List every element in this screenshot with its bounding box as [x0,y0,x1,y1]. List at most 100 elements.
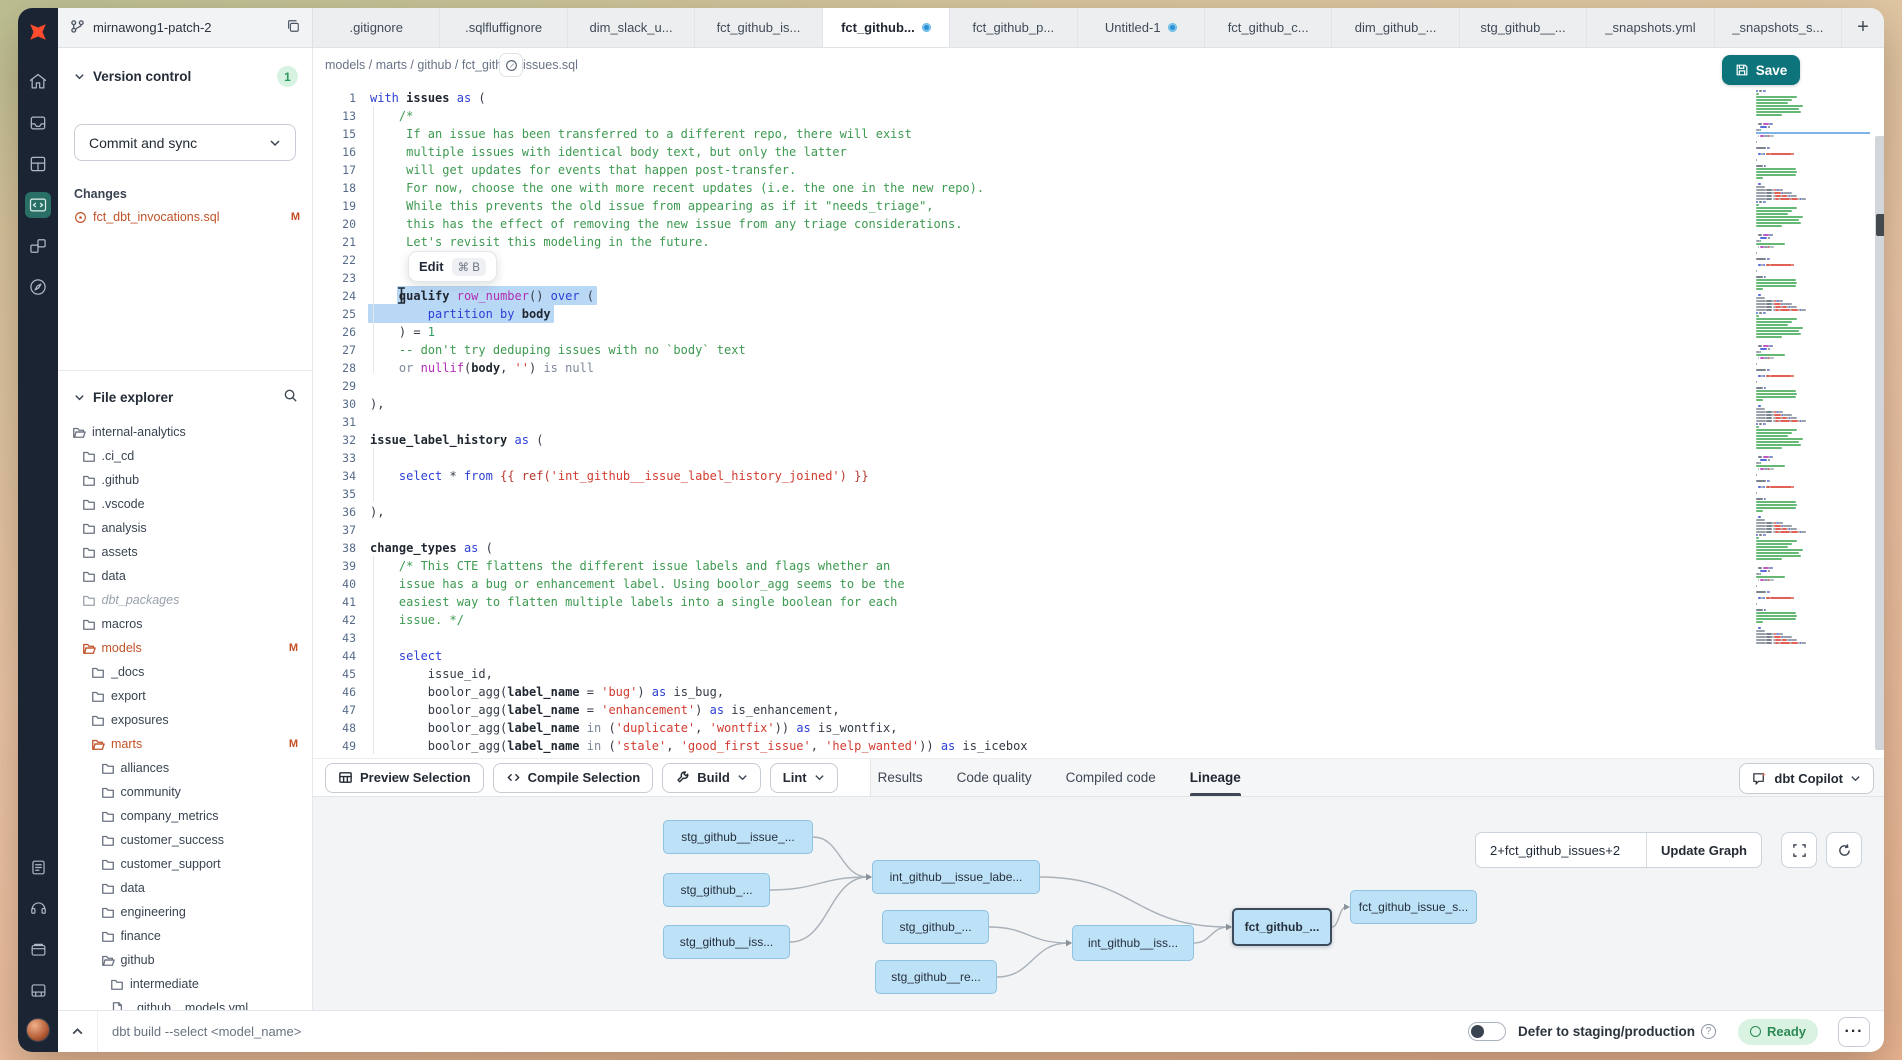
more-options-button[interactable]: ··· [1838,1017,1870,1047]
editor-tab[interactable]: dim_slack_u... [568,8,695,47]
fullscreen-button[interactable] [1781,832,1817,868]
editor-tab[interactable]: Untitled-1 [1078,8,1205,47]
code-line[interactable]: 38change_types as ( [313,539,1748,557]
editor-tab[interactable]: .sqlfluffignore [440,8,567,47]
code-line[interactable]: 46 boolor_agg(label_name = 'bug') as is_… [313,683,1748,701]
tab-code-quality[interactable]: Code quality [957,759,1032,796]
code-line[interactable]: 42 issue. */ [313,611,1748,629]
status-badge[interactable]: Ready [1738,1019,1818,1045]
version-control-header[interactable]: Version control 1 [74,66,298,87]
code-line[interactable]: 26 ) = 1 [313,323,1748,341]
build-button[interactable]: Build [662,763,761,793]
edit-popup[interactable]: Edit ⌘ B [408,251,497,282]
code-line[interactable]: 25 partition by body [313,305,1748,323]
code-area[interactable]: 1with issues as (13 /*15 If an issue has… [313,89,1748,758]
editor-tab[interactable]: dim_github_... [1332,8,1459,47]
tree-folder[interactable]: alliances [58,756,312,780]
tab-lineage[interactable]: Lineage [1190,759,1241,796]
tree-folder[interactable]: github [58,948,312,972]
file-explorer-header[interactable]: File explorer [74,384,298,410]
editor-scrollbar[interactable] [1875,136,1884,750]
code-line[interactable]: 27 -- don't try deduping issues with no … [313,341,1748,359]
code-line[interactable]: 47 boolor_agg(label_name = 'enhancement'… [313,701,1748,719]
ide-icon[interactable] [25,192,51,218]
code-line[interactable]: 40 issue has a bug or enhancement label.… [313,575,1748,593]
refresh-button[interactable] [1826,832,1862,868]
tree-folder[interactable]: export [58,684,312,708]
editor-tab[interactable]: stg_github__... [1460,8,1587,47]
copy-icon[interactable] [286,19,300,36]
notes-icon[interactable] [25,854,51,880]
tree-folder[interactable]: company_metrics [58,804,312,828]
code-line[interactable]: 44 select [313,647,1748,665]
update-graph-button[interactable]: Update Graph [1646,833,1761,867]
lineage-node[interactable]: int_github__issue_labe... [872,860,1040,894]
dashboard-icon[interactable] [25,151,51,177]
tree-folder[interactable]: assets [58,540,312,564]
selector-input[interactable]: 2+fct_github_issues+2 [1476,833,1646,867]
tab-compiled-code[interactable]: Compiled code [1066,759,1156,796]
editor-tab[interactable]: _snapshots_s... [1715,8,1842,47]
code-line[interactable]: 34 select * from {{ ref('int_github__iss… [313,467,1748,485]
code-line[interactable]: 48 boolor_agg(label_name in ('duplicate'… [313,719,1748,737]
user-avatar[interactable] [26,1018,50,1042]
lint-button[interactable]: Lint [770,763,838,793]
save-button[interactable]: Save [1722,55,1800,85]
compile-selection-button[interactable]: Compile Selection [493,763,654,793]
code-line[interactable]: 41 easiest way to flatten multiple label… [313,593,1748,611]
preview-selection-button[interactable]: Preview Selection [325,763,484,793]
lineage-node[interactable]: fct_github_issue_s... [1350,890,1477,924]
tree-folder[interactable]: customer_success [58,828,312,852]
tree-folder[interactable]: exposures [58,708,312,732]
lineage-node[interactable]: stg_github_... [882,910,989,944]
apps-icon[interactable] [25,977,51,1003]
code-line[interactable]: 20 this has the effect of removing the n… [313,215,1748,233]
tree-folder[interactable]: .vscode [58,492,312,516]
lineage-node[interactable]: stg_github_... [663,873,770,907]
tree-folder[interactable]: .github [58,468,312,492]
code-line[interactable]: 49 boolor_agg(label_name in ('stale', 'g… [313,737,1748,755]
code-line[interactable]: 29 [313,377,1748,395]
code-line[interactable]: 31 [313,413,1748,431]
minimap[interactable] [1756,90,1870,746]
code-line[interactable]: 23 [313,269,1748,287]
home-icon[interactable] [25,69,51,95]
code-line[interactable]: 22 [313,251,1748,269]
tree-folder[interactable]: customer_support [58,852,312,876]
tree-folder[interactable]: data [58,564,312,588]
inbox-icon[interactable] [25,110,51,136]
lineage-node[interactable]: int_github__iss... [1072,925,1194,961]
tree-folder[interactable]: intermediate [58,972,312,996]
tree-folder[interactable]: engineering [58,900,312,924]
code-line[interactable]: 43 [313,629,1748,647]
editor-tab[interactable]: fct_github_c... [1205,8,1332,47]
code-line[interactable]: 35 [313,485,1748,503]
editor-tab[interactable]: .gitignore [313,8,440,47]
code-line[interactable]: 33 [313,449,1748,467]
tree-folder[interactable]: martsM [58,732,312,756]
code-line[interactable]: 45 issue_id, [313,665,1748,683]
tree-folder[interactable]: community [58,780,312,804]
code-line[interactable]: 36), [313,503,1748,521]
code-line[interactable]: 19 While this prevents the old issue fro… [313,197,1748,215]
new-tab-button[interactable]: + [1842,8,1884,47]
defer-toggle[interactable] [1468,1022,1506,1041]
explore-icon[interactable] [25,274,51,300]
branch-tab[interactable]: mirnawong1-patch-2 [58,8,313,47]
editor-tab[interactable]: fct_github_is... [695,8,822,47]
code-line[interactable]: 18 For now, choose the one with more rec… [313,179,1748,197]
code-line[interactable]: 13 /* [313,107,1748,125]
tree-folder[interactable]: analysis [58,516,312,540]
tree-folder[interactable]: finance [58,924,312,948]
commit-and-sync-button[interactable]: Commit and sync [74,124,296,161]
code-line[interactable]: 1with issues as ( [313,89,1748,107]
code-line[interactable]: 32issue_label_history as ( [313,431,1748,449]
search-icon[interactable] [283,388,298,406]
help-icon[interactable]: ? [1701,1024,1716,1039]
scrollbar-thumb[interactable] [1876,214,1884,236]
changed-file-row[interactable]: fct_dbt_invocations.sqlM [74,207,300,227]
code-line[interactable]: 16 multiple issues with identical body t… [313,143,1748,161]
code-line[interactable]: 28 or nullif(body, '') is null [313,359,1748,377]
dbt-copilot-button[interactable]: dbt Copilot [1739,763,1874,794]
tree-folder[interactable]: _docs [58,660,312,684]
